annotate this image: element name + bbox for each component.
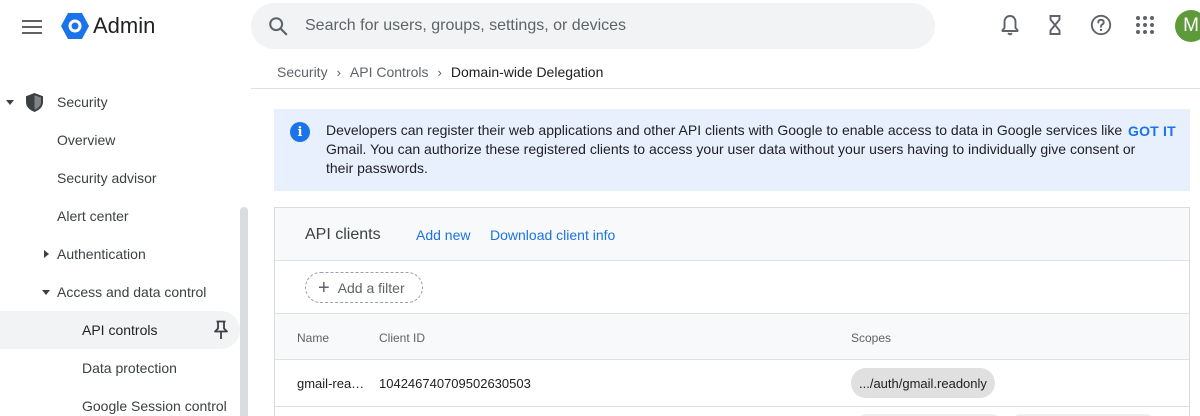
download-client-info-button[interactable]: Download client info <box>490 227 615 243</box>
add-filter-label: Add a filter <box>337 279 405 296</box>
api-clients-header: API clients Add new Download client info <box>275 208 1189 261</box>
app-title[interactable]: Admin <box>93 13 155 39</box>
pin-icon[interactable] <box>213 320 229 340</box>
breadcrumb-current-page: Domain-wide Delegation <box>450 64 604 80</box>
chevron-right-icon: › <box>437 64 442 80</box>
sidebar-item-label: Overview <box>57 132 116 148</box>
sidebar-item-label: Alert center <box>57 208 129 224</box>
info-banner: i Developers can register their web appl… <box>274 109 1190 191</box>
column-header-scopes[interactable]: Scopes <box>851 331 891 345</box>
table-row[interactable]: gmail-rea… 104246740709502630503 .../aut… <box>275 360 1189 407</box>
breadcrumb-security[interactable]: Security <box>277 64 328 80</box>
avatar[interactable]: M <box>1175 10 1200 42</box>
search-bar[interactable] <box>251 3 935 49</box>
sidebar-item-label: Authentication <box>57 246 146 262</box>
menu-icon <box>22 20 42 34</box>
header-divider <box>251 88 1200 89</box>
sidebar-item-label: Security advisor <box>57 170 157 186</box>
filter-bar: + Add a filter <box>275 261 1189 314</box>
admin-logo[interactable] <box>60 12 90 40</box>
main-menu-button[interactable] <box>16 11 48 43</box>
help-icon[interactable] <box>1089 13 1113 37</box>
client-name: gmail-rea… <box>297 376 365 391</box>
api-clients-title: API clients <box>305 226 381 243</box>
sidebar-item-security-advisor[interactable]: Security advisor <box>0 159 240 197</box>
sidebar-item-label: API controls <box>82 322 158 338</box>
client-id: 104246740709502630503 <box>379 376 531 391</box>
sidebar-item-api-controls[interactable]: API controls <box>0 311 240 349</box>
sidebar-item-access-data-control[interactable]: Access and data control <box>0 273 240 311</box>
sidebar-section-security[interactable]: Security <box>0 83 240 121</box>
sidebar-item-label: Access and data control <box>57 284 207 300</box>
column-header-client-id[interactable]: Client ID <box>379 331 425 345</box>
sidebar-item-alert-center[interactable]: Alert center <box>0 197 240 235</box>
caret-right-icon <box>44 250 49 258</box>
apps-grid-icon[interactable] <box>1133 13 1157 37</box>
sidebar-scrollbar[interactable] <box>240 207 248 416</box>
scope-chip[interactable]: .../auth/gmail.readonly <box>851 368 995 398</box>
column-header-name[interactable]: Name <box>297 331 329 345</box>
tasks-hourglass-icon[interactable] <box>1043 13 1067 37</box>
search-icon[interactable] <box>267 15 289 37</box>
notifications-icon[interactable] <box>998 13 1022 37</box>
sidebar-item-overview[interactable]: Overview <box>0 121 240 159</box>
caret-down-icon <box>6 100 14 105</box>
info-banner-text: Developers can register their web applic… <box>326 122 1136 176</box>
sidebar-item-label: Data protection <box>82 360 177 376</box>
breadcrumb: Security › API Controls › Domain-wide De… <box>277 64 603 80</box>
chevron-right-icon: › <box>336 64 341 80</box>
add-new-button[interactable]: Add new <box>416 227 470 243</box>
breadcrumb-api-controls[interactable]: API Controls <box>350 64 429 80</box>
sidebar-item-authentication[interactable]: Authentication <box>0 235 240 273</box>
got-it-button[interactable]: GOT IT <box>1128 123 1176 139</box>
api-clients-card: API clients Add new Download client info… <box>274 207 1190 416</box>
add-filter-button[interactable]: + Add a filter <box>305 272 423 303</box>
search-input[interactable] <box>305 3 905 49</box>
sidebar-item-google-session-control[interactable]: Google Session control <box>0 387 240 416</box>
sidebar-item-data-protection[interactable]: Data protection <box>0 349 240 387</box>
sidebar-item-label: Google Session control <box>82 398 227 414</box>
table-header: Name Client ID Scopes <box>275 314 1189 360</box>
caret-down-icon <box>42 290 50 295</box>
sidebar-section-label: Security <box>57 94 108 110</box>
info-icon: i <box>290 122 310 142</box>
shield-icon <box>26 93 43 112</box>
add-icon: + <box>318 276 330 299</box>
